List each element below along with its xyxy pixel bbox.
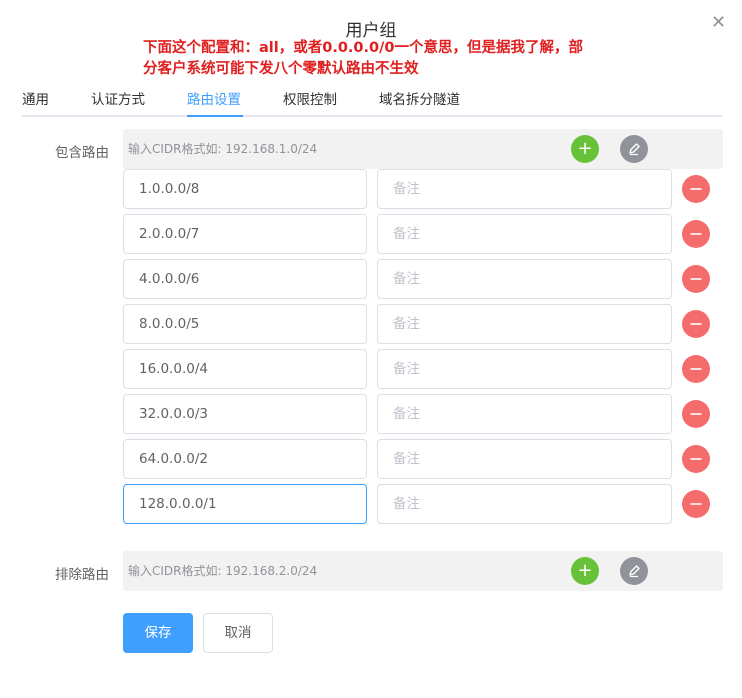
plus-icon: + (577, 560, 593, 581)
delete-route-button[interactable] (682, 265, 710, 293)
route-note-input[interactable] (377, 484, 672, 524)
plus-icon: + (577, 138, 593, 159)
route-note-input[interactable] (377, 169, 672, 209)
notice-text: 下面这个配置和：all，或者0.0.0.0/0一个意思，但是据我了解，部分客户系… (143, 38, 583, 80)
route-cidr-input[interactable] (123, 304, 367, 344)
notice-part1: 下面这个配置和： (143, 40, 259, 56)
pencil-icon (629, 565, 640, 578)
tab-general[interactable]: 通用 (22, 88, 49, 115)
delete-route-button[interactable] (682, 400, 710, 428)
notice-part4: 0.0.0.0/0 (322, 40, 395, 56)
minus-icon (690, 503, 702, 505)
tab-permissions[interactable]: 权限控制 (283, 88, 337, 115)
route-cidr-input[interactable] (123, 259, 367, 299)
route-note-input[interactable] (377, 304, 672, 344)
active-tab-indicator (187, 115, 243, 117)
delete-route-button[interactable] (682, 445, 710, 473)
delete-route-button[interactable] (682, 175, 710, 203)
tab-bar: 通用 认证方式 路由设置 权限控制 域名拆分隧道 (22, 88, 722, 117)
delete-route-button[interactable] (682, 490, 710, 518)
minus-icon (690, 233, 702, 235)
minus-icon (690, 323, 702, 325)
minus-icon (690, 188, 702, 190)
minus-icon (690, 458, 702, 460)
add-exclude-route-button[interactable]: + (571, 557, 599, 585)
route-cidr-input[interactable] (123, 349, 367, 389)
route-note-input[interactable] (377, 214, 672, 254)
cancel-button[interactable]: 取消 (203, 613, 273, 653)
save-button[interactable]: 保存 (123, 613, 193, 653)
route-cidr-input[interactable] (123, 484, 367, 524)
route-note-input[interactable] (377, 349, 672, 389)
pencil-icon (629, 143, 640, 156)
delete-route-button[interactable] (682, 355, 710, 383)
include-cidr-bar: + (123, 129, 723, 169)
tab-auth[interactable]: 认证方式 (91, 88, 145, 115)
exclude-cidr-input[interactable] (123, 551, 558, 591)
route-note-input[interactable] (377, 394, 672, 434)
delete-route-button[interactable] (682, 220, 710, 248)
route-cidr-input[interactable] (123, 394, 367, 434)
notice-part3: ，或者 (278, 40, 323, 56)
edit-exclude-routes-button[interactable] (620, 557, 648, 585)
include-routes-label: 包含路由 (55, 145, 109, 161)
close-icon[interactable]: ✕ (711, 14, 726, 32)
delete-route-button[interactable] (682, 310, 710, 338)
include-cidr-input[interactable] (123, 129, 558, 169)
edit-include-routes-button[interactable] (620, 135, 648, 163)
route-note-input[interactable] (377, 259, 672, 299)
route-note-input[interactable] (377, 439, 672, 479)
tab-routes[interactable]: 路由设置 (187, 88, 241, 115)
exclude-cidr-bar: + (123, 551, 723, 591)
minus-icon (690, 368, 702, 370)
minus-icon (690, 278, 702, 280)
notice-part2: all (259, 40, 279, 56)
route-cidr-input[interactable] (123, 169, 367, 209)
exclude-routes-label: 排除路由 (55, 567, 109, 583)
route-cidr-input[interactable] (123, 439, 367, 479)
minus-icon (690, 413, 702, 415)
tab-split-tunnel[interactable]: 域名拆分隧道 (379, 88, 460, 115)
route-cidr-input[interactable] (123, 214, 367, 254)
add-include-route-button[interactable]: + (571, 135, 599, 163)
